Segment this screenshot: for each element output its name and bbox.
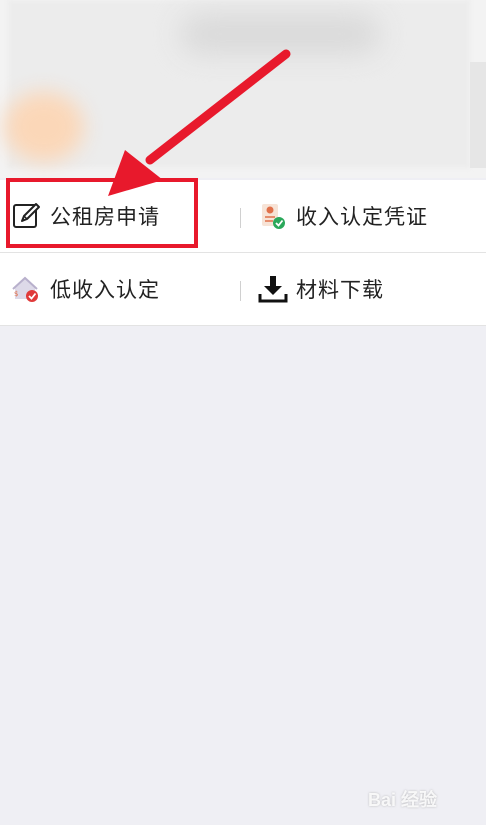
download-icon xyxy=(258,274,288,304)
baidu-jingyan-watermark: Bai 经验 xyxy=(368,770,468,810)
menu-row-2: $ 低收入认定 材料下载 xyxy=(0,253,486,326)
menu-item-label: 收入认定凭证 xyxy=(296,205,428,229)
income-certificate-item[interactable]: 收入认定凭证 xyxy=(258,180,478,252)
materials-download-item[interactable]: 材料下载 xyxy=(258,253,478,325)
svg-text:$: $ xyxy=(14,290,18,298)
column-divider xyxy=(240,208,241,228)
edit-pen-icon xyxy=(12,201,42,231)
certificate-check-icon xyxy=(258,201,288,231)
menu-item-label: 材料下载 xyxy=(296,278,384,302)
menu-item-label: 公租房申请 xyxy=(50,205,160,229)
banner-blur-accent xyxy=(4,92,84,162)
low-income-certify-item[interactable]: $ 低收入认定 xyxy=(12,253,232,325)
house-check-icon: $ xyxy=(12,274,42,304)
banner-blur-shape xyxy=(180,14,380,54)
watermark-text: Bai 经验 xyxy=(368,790,438,810)
public-housing-apply-item[interactable]: 公租房申请 xyxy=(12,180,232,252)
service-menu: 公租房申请 收入认定凭证 $ 低收入认定 材料下载 xyxy=(0,180,486,326)
column-divider xyxy=(240,281,241,301)
menu-item-label: 低收入认定 xyxy=(50,278,160,302)
menu-row-1: 公租房申请 收入认定凭证 xyxy=(0,180,486,253)
banner-edge xyxy=(470,62,486,168)
top-banner xyxy=(0,0,486,178)
